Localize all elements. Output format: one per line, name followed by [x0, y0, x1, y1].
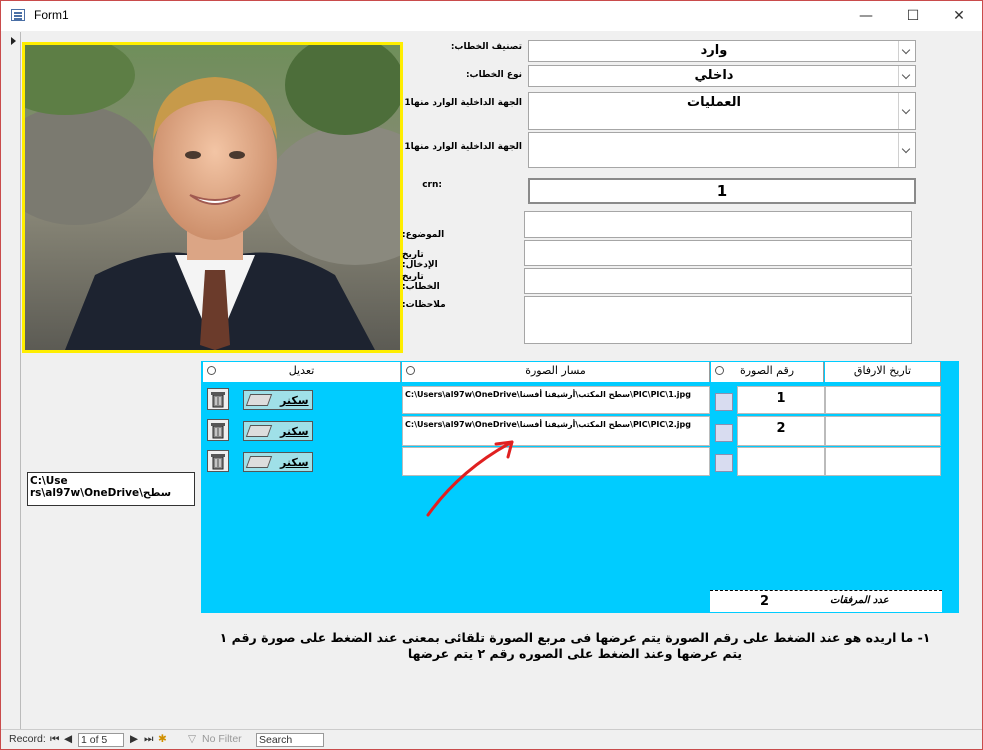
- scan-button[interactable]: سكنر: [243, 452, 313, 472]
- delete-icon[interactable]: [207, 419, 229, 441]
- folder-icon[interactable]: [715, 424, 733, 442]
- letter-type-value: داخلي: [694, 68, 734, 83]
- path-cell[interactable]: C:\Users\al97w\OneDrive\سطح المكتب\أرشيف…: [402, 386, 710, 414]
- letter-type-combo[interactable]: داخلي: [528, 65, 916, 87]
- close-button[interactable]: ✕: [936, 1, 982, 31]
- entry-date-label: تاريخ الإدخال:: [402, 250, 438, 270]
- scanner-icon: [245, 425, 273, 437]
- trash-can-icon: [211, 423, 225, 439]
- chevron-down-icon[interactable]: [898, 133, 915, 167]
- window-title: Form1: [34, 8, 69, 22]
- letter-type-label: نوع الخطاب:: [465, 70, 522, 80]
- trash-can-icon: [211, 392, 225, 408]
- dept1-value: العمليات: [687, 95, 741, 110]
- subject-field[interactable]: [524, 211, 912, 238]
- scanner-icon: [245, 456, 273, 468]
- scan-label: سكنر: [280, 394, 309, 407]
- date-cell[interactable]: [825, 416, 941, 446]
- title-bar: [1, 1, 982, 31]
- header-num: رقم الصورة: [711, 362, 824, 382]
- form-icon: [11, 9, 25, 21]
- count-value: 2: [760, 594, 770, 609]
- chevron-down-icon[interactable]: [898, 93, 915, 129]
- chevron-down-icon[interactable]: [898, 66, 915, 86]
- header-edit: تعديل: [203, 362, 401, 382]
- dept1-label: الجهة الداخلية الوارد منها1: [404, 98, 522, 108]
- folder-icon[interactable]: [715, 393, 733, 411]
- subject-label: الموضوع:: [402, 230, 445, 240]
- scan-button[interactable]: سكنر: [243, 421, 313, 441]
- record-selector[interactable]: [7, 32, 21, 737]
- record-label: Record:: [9, 733, 46, 745]
- num-radio[interactable]: [715, 366, 724, 375]
- note-line-2: يتم عرضها وعند الضغط على الصوره رقم ٢ يت…: [407, 646, 743, 661]
- num-cell[interactable]: [737, 447, 825, 476]
- person-photo: [25, 45, 400, 350]
- scan-label: سكنر: [280, 425, 309, 438]
- current-record-icon: [11, 37, 16, 45]
- count-box: 2 عدد المرفقات: [710, 590, 942, 612]
- chevron-down-icon[interactable]: [898, 41, 915, 61]
- maximize-button[interactable]: ☐: [890, 1, 936, 31]
- date-cell[interactable]: [825, 447, 941, 476]
- search-input[interactable]: Search: [256, 733, 324, 747]
- letter-class-value: وارد: [700, 43, 728, 58]
- header-edit-text: تعديل: [288, 364, 315, 377]
- note-line-1: ١- ما اريده هو عند الضغط على رقم الصورة …: [219, 630, 931, 645]
- dept1-combo[interactable]: العمليات: [528, 92, 916, 130]
- prev-record-button[interactable]: ◀: [64, 733, 72, 745]
- notes-label: ملاحظات:: [402, 300, 446, 310]
- header-num-text: رقم الصورة: [739, 364, 795, 377]
- crn-label: crn:: [422, 180, 442, 190]
- trash-can-icon: [211, 454, 225, 470]
- notes-field[interactable]: [524, 296, 912, 344]
- header-path: مسار الصورة: [402, 362, 710, 382]
- entry-date-field[interactable]: [524, 240, 912, 266]
- path-value: C:\Users\al97w\OneDrive\سطح المكتب\أرشيف…: [405, 390, 692, 399]
- no-filter-button[interactable]: No Filter: [202, 733, 242, 745]
- crn-field[interactable]: 1: [528, 178, 916, 204]
- delete-icon[interactable]: [207, 388, 229, 410]
- last-record-button[interactable]: ⏭: [144, 733, 153, 746]
- num-cell[interactable]: 2: [737, 416, 825, 446]
- scan-label: سكنر: [280, 456, 309, 469]
- num-cell[interactable]: 1: [737, 386, 825, 414]
- record-position[interactable]: 1 of 5: [78, 733, 124, 747]
- letter-date-label: تاريخ الخطاب:: [402, 272, 440, 292]
- date-cell[interactable]: [825, 386, 941, 414]
- scanner-icon: [245, 394, 273, 406]
- edit-radio[interactable]: [207, 366, 216, 375]
- next-record-button[interactable]: ▶: [130, 733, 138, 745]
- path-radio[interactable]: [406, 366, 415, 375]
- photo-box[interactable]: [22, 42, 403, 353]
- header-date: تاريخ الارفاق: [825, 362, 941, 382]
- letter-date-field[interactable]: [524, 268, 912, 294]
- new-record-button[interactable]: ✱: [158, 733, 167, 745]
- count-label: عدد المرفقات: [830, 595, 889, 606]
- letter-class-label: تصنيف الخطاب:: [450, 42, 522, 52]
- scan-button[interactable]: سكنر: [243, 390, 313, 410]
- minimize-button[interactable]: —: [843, 1, 889, 31]
- red-arrow-annotation: [426, 440, 514, 517]
- header-path-text: مسار الصورة: [525, 364, 586, 377]
- folder-icon[interactable]: [715, 454, 733, 472]
- filter-icon: ▽: [188, 733, 197, 745]
- first-record-button[interactable]: ⏮: [50, 733, 59, 746]
- dept2-combo[interactable]: [528, 132, 916, 168]
- delete-icon[interactable]: [207, 450, 229, 472]
- letter-class-combo[interactable]: وارد: [528, 40, 916, 62]
- path-textbox[interactable]: C:\Use rs\al97w\OneDrive\سطح: [27, 472, 195, 506]
- dept2-label: الجهة الداخلية الوارد منها1: [404, 142, 522, 152]
